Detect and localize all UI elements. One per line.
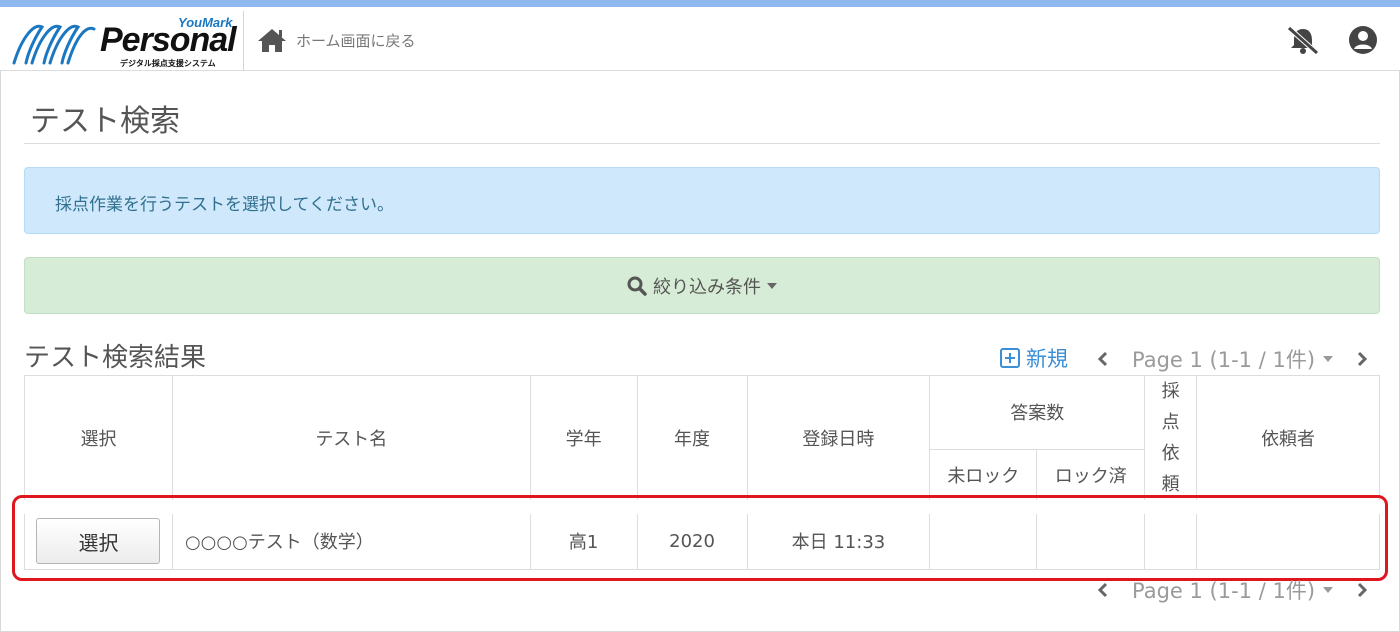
chevron-left-icon [1097,351,1108,367]
page-select[interactable]: Page 1 (1-1 / 1件) [1132,575,1315,605]
next-page-button[interactable] [1349,346,1375,372]
notifications-toggle[interactable] [1286,25,1320,55]
navbar: YouMark Personal デジタル採点支援システム ホーム画面に戻る [0,7,1400,71]
caret-down-icon [1323,356,1334,362]
new-test-button[interactable]: 新規 [1000,343,1068,373]
cell-scoring-request [1144,500,1198,570]
plus-square-icon [1000,348,1020,368]
cell-registered: 本日 11:33 [746,500,931,570]
filter-toggle-label: 絞り込み条件 [653,276,761,298]
new-test-label: 新規 [1026,347,1068,371]
home-icon [258,29,286,52]
filter-toggle[interactable]: 絞り込み条件 [24,257,1380,314]
title-divider [24,143,1380,144]
cell-test-name: ○○○○テスト（数学） [171,500,531,570]
info-alert-text: 採点作業を行うテストを選択してください。 [55,195,394,215]
header-locked: ロック済 [1036,448,1146,508]
caret-down-icon [1323,587,1334,593]
info-alert: 採点作業を行うテストを選択してください。 [24,167,1380,234]
chevron-right-icon [1357,582,1368,598]
app-logo[interactable]: YouMark Personal デジタル採点支援システム [8,11,244,71]
table-row: 選択 ○○○○テスト（数学） 高1 2020 本日 11:33 [24,500,1380,570]
account-menu[interactable] [1346,25,1380,55]
header-requester: 依頼者 [1196,375,1380,508]
cell-year: 2020 [636,500,748,570]
page-select[interactable]: Page 1 (1-1 / 1件) [1132,344,1315,374]
header-select: 選択 [24,375,173,508]
header-test-name: テスト名 [171,375,531,508]
top-accent-bar [0,0,1400,7]
bell-slash-icon [1287,26,1319,55]
home-link[interactable]: ホーム画面に戻る [256,25,416,55]
cell-grade: 高1 [529,500,638,570]
header-registered: 登録日時 [746,375,931,508]
logo-name: Personal [100,21,237,59]
user-circle-icon [1349,26,1377,54]
home-link-label: ホーム画面に戻る [296,31,416,50]
page-title: テスト検索 [30,104,180,139]
cell-requester [1196,500,1380,570]
header-unlocked: 未ロック [929,448,1038,508]
cell-select: 選択 [24,500,173,570]
prev-page-button[interactable] [1090,346,1116,372]
cell-locked [1036,500,1146,570]
filter-toggle-content: 絞り込み条件 [25,258,1379,313]
results-title: テスト検索結果 [24,343,207,373]
prev-page-button[interactable] [1090,577,1116,603]
next-page-button[interactable] [1349,577,1375,603]
results-table: 選択 テスト名 学年 年度 登録日時 答案数 採点依頼 依頼者 未ロック ロック… [24,375,1380,570]
header-scoring-request: 採点依頼 [1144,375,1198,508]
cell-unlocked [929,500,1038,570]
logo-subtitle: デジタル採点支援システム [120,59,216,68]
pager-top: Page 1 (1-1 / 1件) [1090,344,1375,374]
search-icon [627,276,647,296]
header-scoring-request-text: 採点依頼 [1161,381,1180,495]
select-test-button[interactable]: 選択 [36,518,161,565]
pager-bottom: Page 1 (1-1 / 1件) [1090,575,1375,605]
caret-down-icon [767,282,777,289]
header-year: 年度 [636,375,748,508]
logo-mark-icon [12,24,96,65]
header-answers: 答案数 [929,375,1146,450]
chevron-left-icon [1097,582,1108,598]
header-grade: 学年 [529,375,638,508]
chevron-right-icon [1357,351,1368,367]
